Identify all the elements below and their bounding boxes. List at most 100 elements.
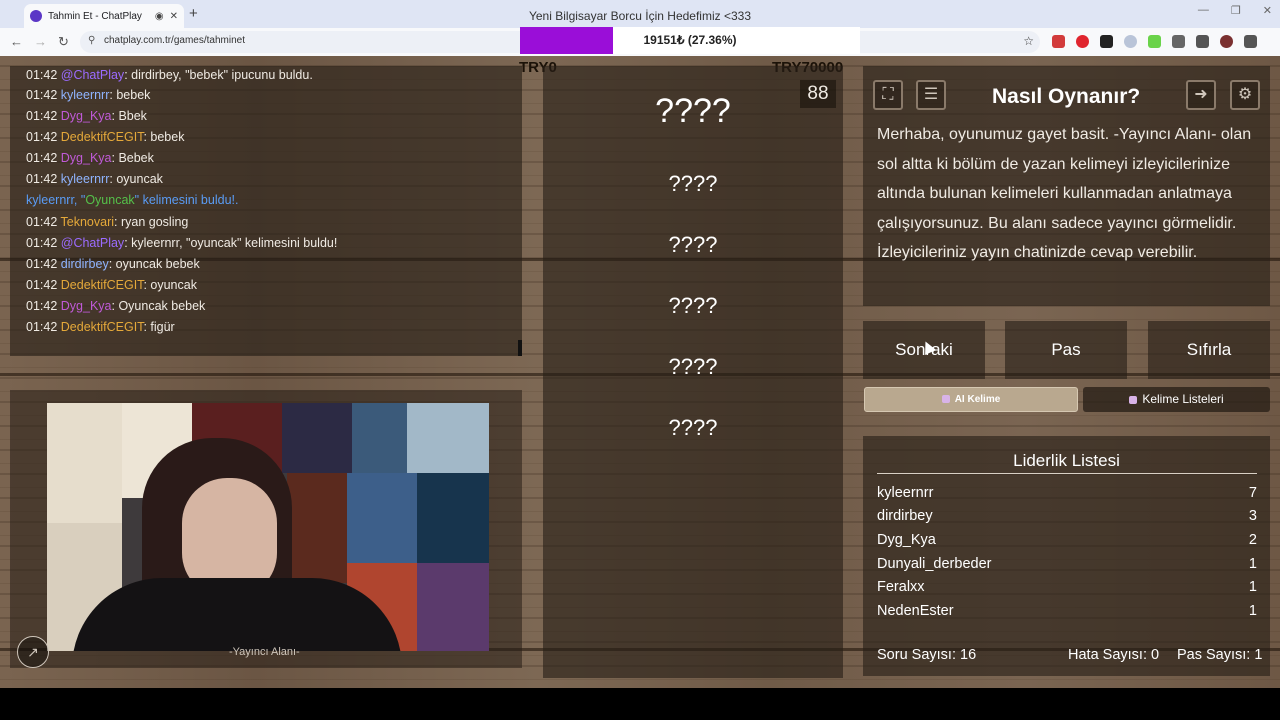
extension-icon[interactable] — [1124, 35, 1137, 48]
chat-message: 01:42 Dyg_Kya: Bebek — [26, 151, 154, 165]
chat-message: 01:42 DedektifCEGIT: bebek — [26, 130, 185, 144]
forbidden-word: ???? — [668, 232, 718, 257]
player-name: Dyg_Kya — [877, 532, 936, 548]
extension-icon[interactable] — [1100, 35, 1113, 48]
media-icon[interactable] — [1196, 35, 1209, 48]
webcam-view — [47, 403, 489, 651]
how-to-play-title: Nasıl Oynanır? — [992, 85, 1141, 108]
how-to-play-text: Merhaba, oyunumuz gayet basit. -Yayıncı … — [877, 126, 1252, 262]
extension-icon[interactable] — [1076, 35, 1089, 48]
chat-username: Teknovari — [60, 215, 115, 229]
bookmark-star-icon[interactable]: ☆ — [1023, 34, 1034, 48]
reset-button[interactable]: Sıfırla — [1148, 321, 1270, 379]
maximize-icon[interactable]: ❐ — [1231, 4, 1241, 17]
player-score: 3 — [1248, 508, 1257, 524]
broadcaster-area-label: -Yayıncı Alanı- — [229, 646, 300, 658]
chat-message: 01:42 Teknovari: ryan gosling — [26, 215, 189, 229]
fullscreen-icon[interactable]: ⛶ — [873, 80, 903, 110]
profile-avatar[interactable] — [1220, 35, 1233, 48]
chat-message: 01:42 Dyg_Kya: Oyuncak bebek — [26, 299, 206, 313]
donation-goal-bar: 19151₺ (27.36%) — [520, 27, 860, 54]
chat-username: DedektifCEGIT — [60, 278, 144, 292]
player-name: Dunyali_derbeder — [877, 556, 992, 572]
player-score: 1 — [1248, 579, 1257, 595]
forbidden-word: ???? — [668, 354, 718, 379]
chat-message: 01:42 kyleernrr: bebek — [26, 88, 151, 102]
forbidden-word: ???? — [668, 171, 718, 196]
pin-button[interactable]: ↗ — [17, 636, 49, 668]
puzzle-icon[interactable] — [1172, 35, 1185, 48]
pass-button[interactable]: Pas — [1005, 321, 1127, 379]
ai-icon — [941, 395, 950, 403]
chat-username: dirdirbey — [60, 257, 109, 271]
chat-username: Dyg_Kya — [60, 299, 112, 313]
reload-icon[interactable]: ↻ — [58, 34, 69, 50]
error-count: Hata Sayısı: 0 — [1068, 647, 1160, 663]
audio-icon[interactable]: ◉ — [155, 11, 164, 22]
chat-username: DedektifCEGIT — [60, 130, 144, 144]
leaderboard-row: kyleernrr 7 — [877, 485, 1257, 501]
chat-username: Dyg_Kya — [60, 151, 112, 165]
chat-message: 01:42 DedektifCEGIT: oyuncak — [26, 278, 197, 292]
tab-title: Tahmin Et - ChatPlay — [48, 10, 142, 22]
list-icon — [1129, 396, 1138, 404]
leaderboard-row: Feralxx 1 — [877, 579, 1257, 595]
close-tab-icon[interactable]: ✕ — [170, 11, 178, 22]
chat-username: kyleernrr — [60, 172, 110, 186]
leaderboard-row: dirdirbey 3 — [877, 508, 1257, 524]
chat-scrollbar[interactable] — [518, 340, 522, 356]
chat-username: @ChatPlay — [60, 236, 125, 250]
player-score: 2 — [1248, 532, 1257, 548]
exit-icon[interactable]: ➜ — [1186, 80, 1216, 110]
player-name: dirdirbey — [877, 508, 933, 524]
leaderboard-row: Dyg_Kya 2 — [877, 532, 1257, 548]
ai-word-button[interactable]: AI Kelime — [864, 387, 1078, 412]
forbidden-word: ???? — [668, 415, 718, 440]
extension-icon[interactable] — [1052, 35, 1065, 48]
chatplay-favicon-icon — [30, 10, 42, 22]
browser-tab-bar: Tahmin Et - ChatPlay ◉ ✕ + Yeni Bilgisay… — [0, 0, 1280, 28]
extension-icon[interactable] — [1148, 35, 1161, 48]
chat-system-message: kyleernrr, "Oyuncak" kelimesini buldu!. — [26, 193, 239, 207]
pass-count: Pas Sayısı: 1 — [1177, 647, 1263, 663]
chat-message: 01:42 dirdirbey: oyuncak bebek — [26, 257, 200, 271]
forward-icon[interactable]: → — [34, 34, 47, 49]
player-name: Feralxx — [877, 579, 925, 595]
chat-panel: 01:42 @ChatPlay: dirdirbey, "bebek" ipuc… — [10, 66, 522, 356]
chat-message: 01:42 @ChatPlay: dirdirbey, "bebek" ipuc… — [26, 68, 313, 82]
player-score: 1 — [1248, 603, 1257, 619]
player-score: 7 — [1248, 485, 1257, 501]
forbidden-word: ???? — [668, 293, 718, 318]
leaderboard-row: Dunyali_derbeder 1 — [877, 556, 1257, 572]
leaderboard-title: Liderlik Listesi — [1013, 451, 1120, 470]
url-text: chatplay.com.tr/games/tahminet — [104, 35, 245, 46]
word-lists-button[interactable]: Kelime Listeleri — [1083, 387, 1270, 412]
player-score: 1 — [1248, 556, 1257, 572]
chat-username: Dyg_Kya — [60, 109, 112, 123]
chat-username: @ChatPlay — [60, 68, 125, 82]
new-tab-button[interactable]: + — [189, 5, 198, 22]
donation-amount: 19151₺ (27.36%) — [643, 33, 737, 47]
window-controls: — ❐ ✕ — [1198, 4, 1272, 17]
player-name: NedenEster — [877, 603, 954, 619]
chat-message: 01:42 @ChatPlay: kyleernrr, "oyuncak" ke… — [26, 236, 338, 250]
menu-dots-icon[interactable] — [1244, 35, 1257, 48]
extension-icons — [1052, 35, 1257, 48]
site-info-icon[interactable]: ⚲ — [88, 35, 95, 46]
back-icon[interactable]: ← — [10, 34, 23, 49]
chat-message: 01:42 DedektifCEGIT: figür — [26, 320, 175, 334]
settings-gear-icon[interactable]: ⚙ — [1230, 80, 1260, 110]
chat-username: kyleernrr — [60, 88, 110, 102]
browser-tab[interactable]: Tahmin Et - ChatPlay ◉ ✕ — [24, 4, 184, 28]
chat-username: DedektifCEGIT — [60, 320, 144, 334]
chat-message: 01:42 Dyg_Kya: Bbek — [26, 109, 147, 123]
leaderboard-row: NedenEster 1 — [877, 603, 1257, 619]
minimize-icon[interactable]: — — [1198, 4, 1209, 17]
player-name: kyleernrr — [877, 485, 934, 501]
close-window-icon[interactable]: ✕ — [1263, 4, 1272, 17]
divider — [877, 473, 1257, 474]
chat-message: 01:42 kyleernrr: oyuncak — [26, 172, 163, 186]
bottom-bar — [0, 688, 1280, 720]
notes-icon[interactable]: ☰ — [916, 80, 946, 110]
main-word: ???? — [655, 92, 731, 130]
